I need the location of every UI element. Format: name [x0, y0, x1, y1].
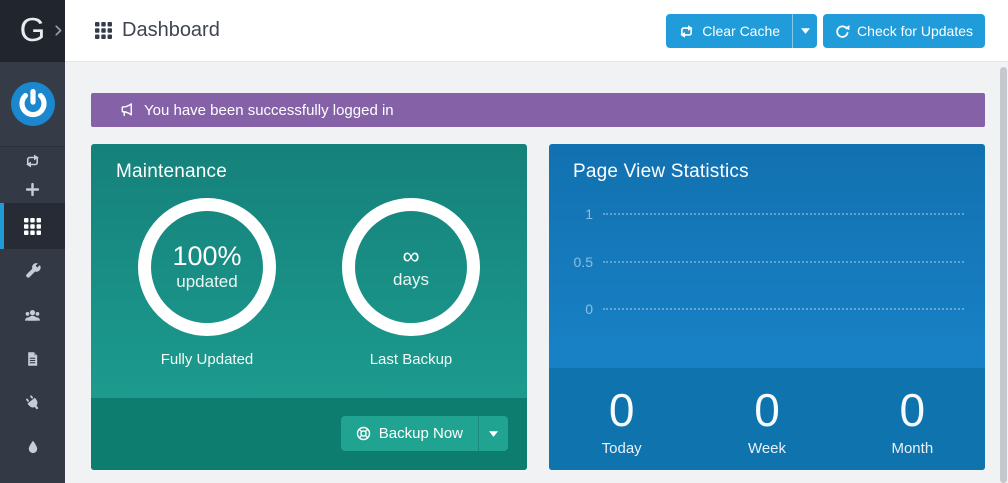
- page-view-statistics-card: Page View Statistics 1 0.5 0 0 Today 0 W…: [549, 144, 985, 470]
- sidebar-toggle-button[interactable]: [52, 21, 64, 39]
- y-tick-05: 0.5: [549, 254, 603, 270]
- maintenance-gauges: 100% updated Fully Updated ∞ days Last B…: [91, 198, 527, 368]
- backup-gauge-unit: days: [393, 270, 429, 290]
- total-week-value: 0: [754, 387, 780, 433]
- login-success-alert: You have been successfully logged in: [91, 93, 985, 127]
- gridline-dots: [603, 308, 964, 310]
- sidebar-nav: [0, 147, 65, 469]
- logo-letter: G: [20, 13, 46, 50]
- updated-gauge: 100% updated Fully Updated: [132, 198, 282, 368]
- user-avatar[interactable]: [0, 62, 65, 147]
- backup-gauge: ∞ days Last Backup: [336, 198, 486, 368]
- y-tick-1: 1: [549, 206, 603, 222]
- stats-footer: 0 Today 0 Week 0 Month: [549, 368, 985, 470]
- chevron-right-icon: [55, 25, 62, 36]
- backup-gauge-circle: ∞ days: [342, 198, 480, 336]
- vertical-scrollbar: [999, 62, 1008, 483]
- maintenance-title: Maintenance: [116, 161, 227, 183]
- topbar-actions: Clear Cache Check for Updates: [666, 14, 985, 48]
- clear-cache-dropdown-toggle[interactable]: [792, 14, 817, 48]
- check-for-updates-label: Check for Updates: [857, 23, 973, 39]
- total-today: 0 Today: [549, 374, 694, 470]
- refresh-icon: [835, 24, 850, 39]
- wrench-icon: [25, 263, 41, 279]
- file-icon: [25, 351, 40, 367]
- y-tick-0: 0: [549, 301, 603, 317]
- sidebar-item-clear-cache[interactable]: [0, 147, 65, 175]
- total-today-value: 0: [609, 387, 635, 433]
- backup-gauge-caption: Last Backup: [370, 351, 453, 368]
- backup-gauge-value: ∞: [402, 244, 419, 269]
- updated-gauge-circle: 100% updated: [138, 198, 276, 336]
- page-title: Dashboard: [95, 0, 220, 61]
- sidebar-item-configuration[interactable]: [0, 249, 65, 293]
- droplet-icon: [26, 439, 40, 455]
- topbar: Dashboard Clear Cache Check for U: [65, 0, 1008, 62]
- total-month-value: 0: [900, 387, 926, 433]
- scrollbar-thumb[interactable]: [1000, 67, 1007, 483]
- app-logo[interactable]: G: [0, 0, 65, 62]
- sidebar-item-add-new[interactable]: [0, 175, 65, 203]
- sidebar: G: [0, 0, 65, 483]
- caret-down-icon: [801, 28, 810, 34]
- total-today-label: Today: [602, 440, 642, 457]
- total-month: 0 Month: [840, 374, 985, 470]
- sidebar-item-themes[interactable]: [0, 425, 65, 469]
- backup-split-button: Backup Now: [341, 416, 508, 451]
- total-month-label: Month: [891, 440, 933, 457]
- updated-gauge-unit: updated: [176, 272, 237, 292]
- sidebar-item-pages[interactable]: [0, 337, 65, 381]
- stats-title: Page View Statistics: [573, 161, 749, 183]
- plug-icon: [25, 395, 41, 411]
- gridline-05: 0.5: [549, 255, 964, 269]
- gridline-0: 0: [549, 302, 964, 316]
- backup-now-label: Backup Now: [379, 425, 463, 442]
- alert-message: You have been successfully logged in: [144, 102, 394, 119]
- maintenance-footer: Backup Now: [91, 398, 527, 470]
- retweet-icon: [24, 154, 41, 168]
- sidebar-item-plugins[interactable]: [0, 381, 65, 425]
- users-icon: [24, 308, 41, 323]
- clear-cache-split-button: Clear Cache: [666, 14, 817, 48]
- gridline-dots: [603, 261, 964, 263]
- sidebar-item-accounts[interactable]: [0, 293, 65, 337]
- check-for-updates-button[interactable]: Check for Updates: [823, 14, 985, 48]
- updated-gauge-caption: Fully Updated: [161, 351, 254, 368]
- grid-icon: [95, 22, 112, 39]
- clear-cache-label: Clear Cache: [702, 23, 780, 39]
- updated-gauge-value: 100%: [172, 242, 241, 270]
- retweet-icon: [678, 25, 695, 38]
- backup-dropdown-toggle[interactable]: [478, 416, 508, 451]
- plus-icon: [25, 182, 40, 197]
- total-week-label: Week: [748, 440, 786, 457]
- backup-now-button[interactable]: Backup Now: [341, 416, 478, 451]
- maintenance-card: Maintenance 100% updated Fully Updated ∞…: [91, 144, 527, 470]
- bullhorn-icon: [118, 103, 135, 117]
- gridline-dots: [603, 213, 964, 215]
- page-title-label: Dashboard: [122, 19, 220, 42]
- life-ring-icon: [356, 426, 371, 441]
- grid-icon: [24, 218, 41, 235]
- power-icon: [10, 81, 56, 127]
- caret-down-icon: [489, 431, 498, 437]
- gridline-1: 1: [549, 207, 964, 221]
- total-week: 0 Week: [694, 374, 839, 470]
- clear-cache-button[interactable]: Clear Cache: [666, 14, 792, 48]
- sidebar-item-dashboard[interactable]: [0, 203, 65, 249]
